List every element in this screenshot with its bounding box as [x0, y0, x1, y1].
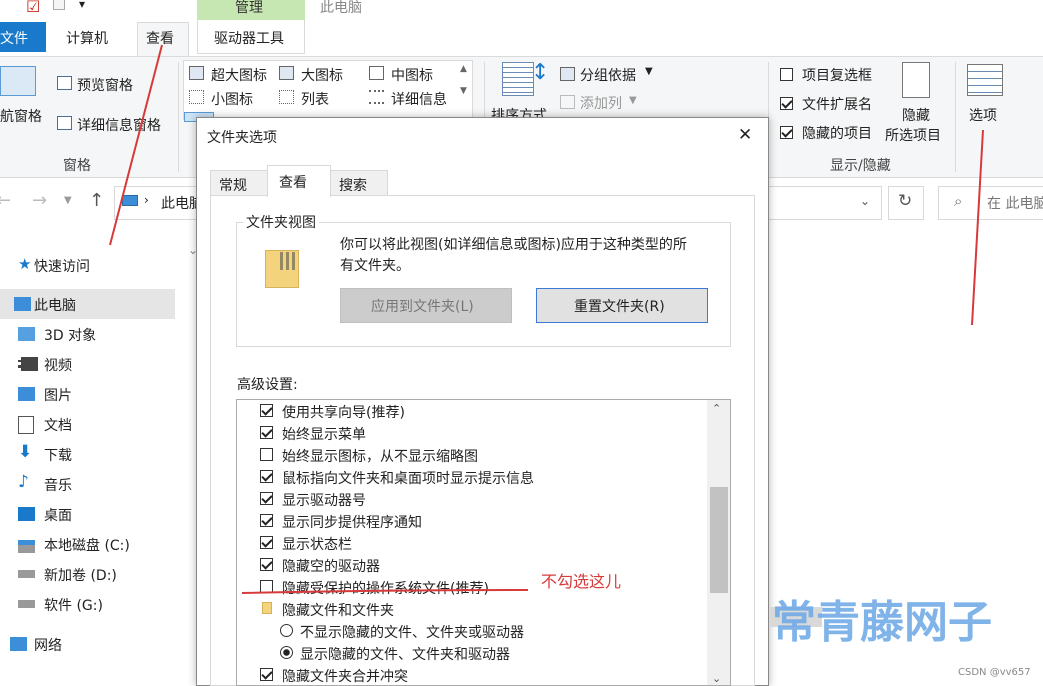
- credit-text: CSDN @vv657: [958, 667, 1031, 678]
- annotation-text: 不勾选这儿: [541, 572, 622, 591]
- annotation-marks: [109, 44, 984, 594]
- watermark: 常青藤网子: [772, 597, 992, 648]
